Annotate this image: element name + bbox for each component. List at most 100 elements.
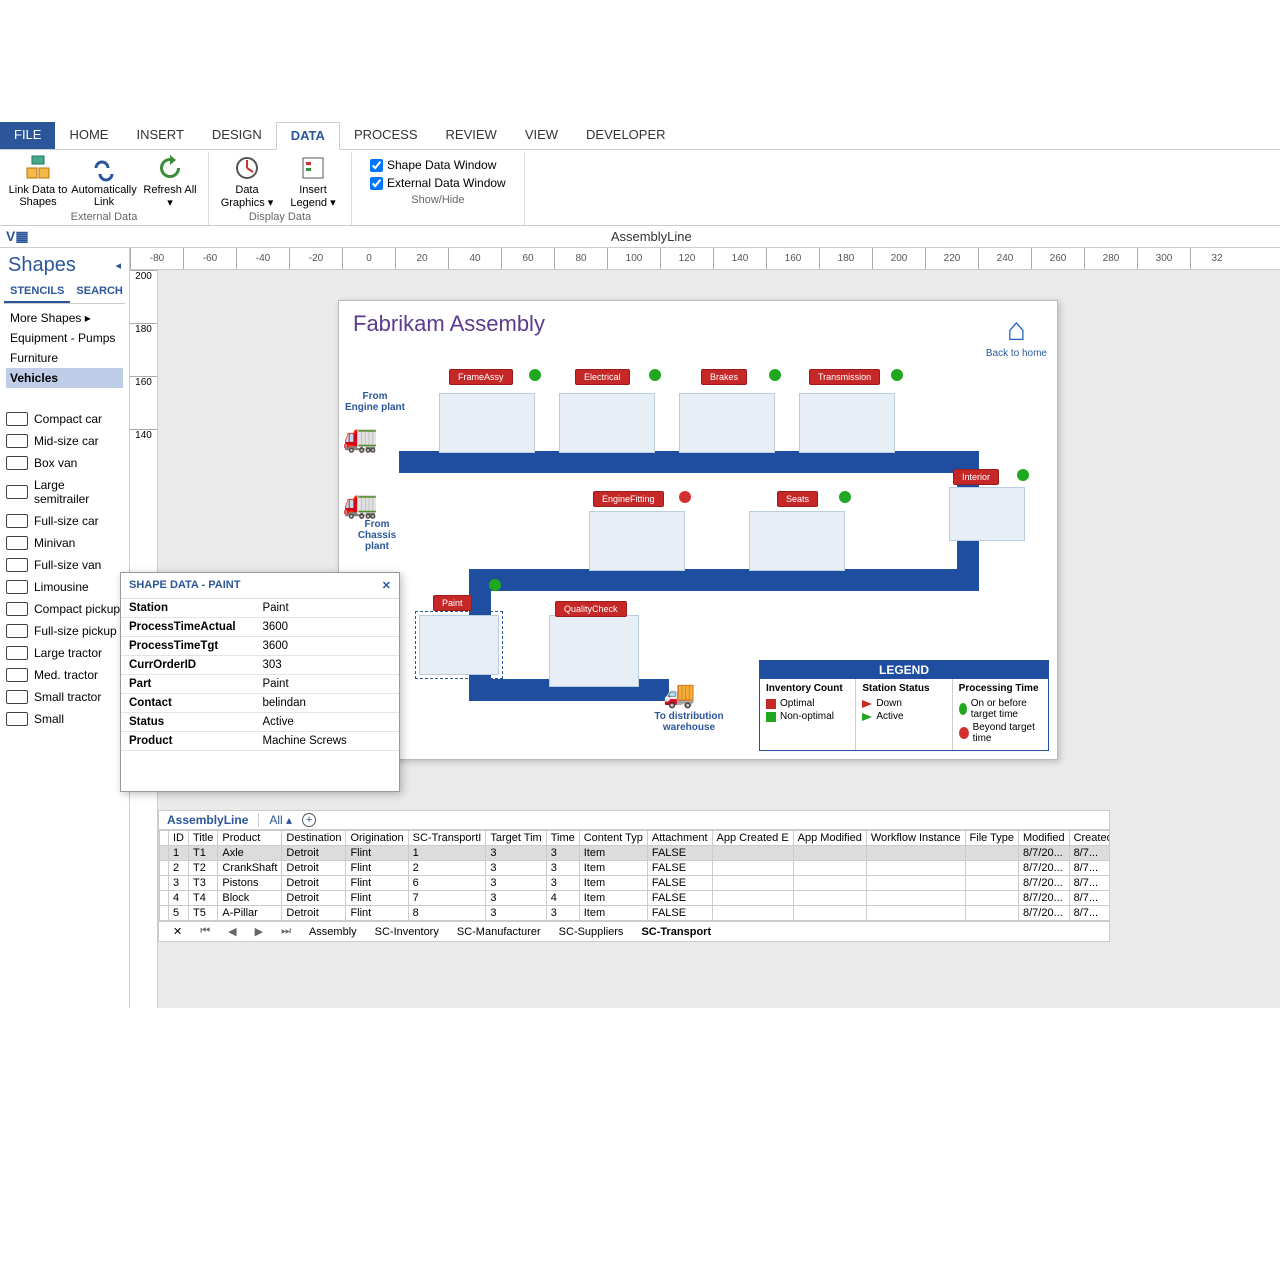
sd-value: belindan bbox=[254, 694, 399, 713]
station-brakes[interactable] bbox=[679, 393, 775, 453]
shape-item[interactable]: Full-size van bbox=[4, 554, 125, 576]
add-icon[interactable]: + bbox=[302, 813, 316, 827]
shape-data-window[interactable]: SHAPE DATA - PAINT✕ StationPaintProcessT… bbox=[120, 572, 400, 792]
table-row[interactable]: 2T2CrankShaftDetroitFlint233ItemFALSE8/7… bbox=[160, 861, 1110, 876]
grid-col[interactable]: App Modified bbox=[793, 831, 866, 846]
grid-col[interactable]: Target Tim bbox=[486, 831, 546, 846]
table-row[interactable]: 3T3PistonsDetroitFlint633ItemFALSE8/7/20… bbox=[160, 876, 1110, 891]
grid-col[interactable]: Workflow Instance bbox=[866, 831, 965, 846]
shape-item[interactable]: Full-size pickup bbox=[4, 620, 125, 642]
app-icon: V▦ bbox=[6, 228, 29, 245]
sheet-assembly[interactable]: Assembly bbox=[303, 925, 363, 939]
sheet-transport[interactable]: SC-Transport bbox=[635, 925, 717, 939]
nav-last[interactable]: ⏭ bbox=[275, 924, 297, 939]
shape-item[interactable]: Minivan bbox=[4, 532, 125, 554]
station-qualitycheck[interactable] bbox=[549, 615, 639, 687]
ext-link-name[interactable]: AssemblyLine bbox=[167, 813, 248, 827]
nav-first[interactable]: ⏮ bbox=[194, 924, 216, 939]
grid-col[interactable]: Title bbox=[189, 831, 218, 846]
close-icon[interactable]: ✕ bbox=[382, 579, 391, 592]
table-row[interactable]: 5T5A-PillarDetroitFlint833ItemFALSE8/7/2… bbox=[160, 906, 1110, 921]
shape-item[interactable]: Box van bbox=[4, 452, 125, 474]
shape-item[interactable]: Small bbox=[4, 708, 125, 730]
tab-view[interactable]: VIEW bbox=[511, 122, 572, 149]
shape-item[interactable]: Mid-size car bbox=[4, 430, 125, 452]
shape-item[interactable]: Compact car bbox=[4, 408, 125, 430]
shape-item-label: Med. tractor bbox=[34, 668, 98, 682]
table-row[interactable]: 4T4BlockDetroitFlint734ItemFALSE8/7/20..… bbox=[160, 891, 1110, 906]
tab-home[interactable]: HOME bbox=[55, 122, 122, 149]
shape-item[interactable]: Med. tractor bbox=[4, 664, 125, 686]
tab-stencils[interactable]: STENCILS bbox=[4, 281, 70, 303]
shape-item[interactable]: Compact pickup bbox=[4, 598, 125, 620]
vehicle-icon bbox=[6, 412, 28, 426]
nav-next[interactable]: ▶ bbox=[249, 924, 269, 939]
shape-item[interactable]: Full-size car bbox=[4, 510, 125, 532]
grid-col[interactable]: Attachment bbox=[647, 831, 712, 846]
chk-shape-data[interactable]: Shape Data Window bbox=[370, 158, 496, 172]
group-external-label: External Data bbox=[8, 209, 200, 225]
station-electrical[interactable] bbox=[559, 393, 655, 453]
grid-col[interactable] bbox=[160, 831, 169, 846]
sheet-inv[interactable]: SC-Inventory bbox=[369, 925, 445, 939]
external-data-grid[interactable]: IDTitleProductDestinationOriginationSC-T… bbox=[159, 830, 1109, 921]
collapse-icon[interactable]: ◂ bbox=[115, 259, 121, 272]
tab-data[interactable]: DATA bbox=[276, 122, 340, 150]
grid-col[interactable]: Product bbox=[218, 831, 282, 846]
cat-furniture[interactable]: Furniture bbox=[6, 348, 123, 368]
station-seats[interactable] bbox=[749, 511, 845, 571]
cat-more[interactable]: More Shapes ▸ bbox=[6, 308, 123, 328]
shape-item[interactable]: Small tractor bbox=[4, 686, 125, 708]
grid-col[interactable]: Destination bbox=[282, 831, 346, 846]
tab-file[interactable]: FILE bbox=[0, 122, 55, 149]
grid-col[interactable]: SC-TransportI bbox=[408, 831, 486, 846]
sheet-sup[interactable]: SC-Suppliers bbox=[553, 925, 630, 939]
tab-process[interactable]: PROCESS bbox=[340, 122, 432, 149]
station-frameassy[interactable] bbox=[439, 393, 535, 453]
cat-vehicles[interactable]: Vehicles bbox=[6, 368, 123, 388]
btn-auto-link[interactable]: Automatically Link bbox=[74, 154, 134, 209]
drawing-page[interactable]: Fabrikam Assembly ⌂ Back to home FrameAs… bbox=[338, 300, 1058, 760]
grid-col[interactable]: App Created E bbox=[712, 831, 793, 846]
grid-col[interactable]: Time bbox=[546, 831, 579, 846]
shape-item[interactable]: Large semitrailer bbox=[4, 474, 125, 510]
home-button[interactable]: ⌂ Back to home bbox=[986, 311, 1047, 359]
station-enginefitting[interactable] bbox=[589, 511, 685, 571]
chk-ext-data[interactable]: External Data Window bbox=[370, 176, 506, 190]
sheet-mfr[interactable]: SC-Manufacturer bbox=[451, 925, 547, 939]
tab-developer[interactable]: DEVELOPER bbox=[572, 122, 679, 149]
grid-col[interactable]: Created bbox=[1069, 831, 1109, 846]
btn-insert-legend[interactable]: Insert Legend ▾ bbox=[283, 154, 343, 209]
shape-item[interactable]: Limousine bbox=[4, 576, 125, 598]
status-dot bbox=[891, 369, 903, 381]
sd-value: Paint bbox=[254, 675, 399, 694]
cat-pumps[interactable]: Equipment - Pumps bbox=[6, 328, 123, 348]
tab-search[interactable]: SEARCH bbox=[70, 281, 128, 303]
grid-col[interactable]: File Type bbox=[965, 831, 1018, 846]
grid-col[interactable]: ID bbox=[169, 831, 189, 846]
btn-data-graphics[interactable]: Data Graphics ▾ bbox=[217, 154, 277, 209]
vehicle-icon bbox=[6, 456, 28, 470]
label-qualitycheck: QualityCheck bbox=[555, 601, 627, 617]
tab-insert[interactable]: INSERT bbox=[122, 122, 197, 149]
grid-col[interactable]: Modified bbox=[1018, 831, 1069, 846]
btn-refresh-all[interactable]: Refresh All ▾ bbox=[140, 154, 200, 209]
truck-icon: 🚚 bbox=[663, 679, 695, 710]
ext-filter[interactable]: All ▴ bbox=[269, 813, 292, 827]
nav-prev[interactable]: ◀ bbox=[222, 924, 242, 939]
station-transmission[interactable] bbox=[799, 393, 895, 453]
close-ext-icon[interactable]: ✕ bbox=[167, 924, 188, 939]
vehicle-icon bbox=[6, 558, 28, 572]
document-title: AssemblyLine bbox=[29, 229, 1274, 244]
btn-link-data[interactable]: Link Data to Shapes bbox=[8, 154, 68, 209]
station-paint-selected[interactable] bbox=[419, 615, 499, 675]
grid-col[interactable]: Origination bbox=[346, 831, 408, 846]
tab-review[interactable]: REVIEW bbox=[432, 122, 511, 149]
page-title: Fabrikam Assembly bbox=[353, 311, 1043, 337]
tab-design[interactable]: DESIGN bbox=[198, 122, 276, 149]
grid-col[interactable]: Content Typ bbox=[579, 831, 647, 846]
shape-item[interactable]: Large tractor bbox=[4, 642, 125, 664]
station-interior[interactable] bbox=[949, 487, 1025, 541]
table-row[interactable]: 1T1AxleDetroitFlint133ItemFALSE8/7/20...… bbox=[160, 846, 1110, 861]
legend-icon bbox=[299, 154, 327, 182]
